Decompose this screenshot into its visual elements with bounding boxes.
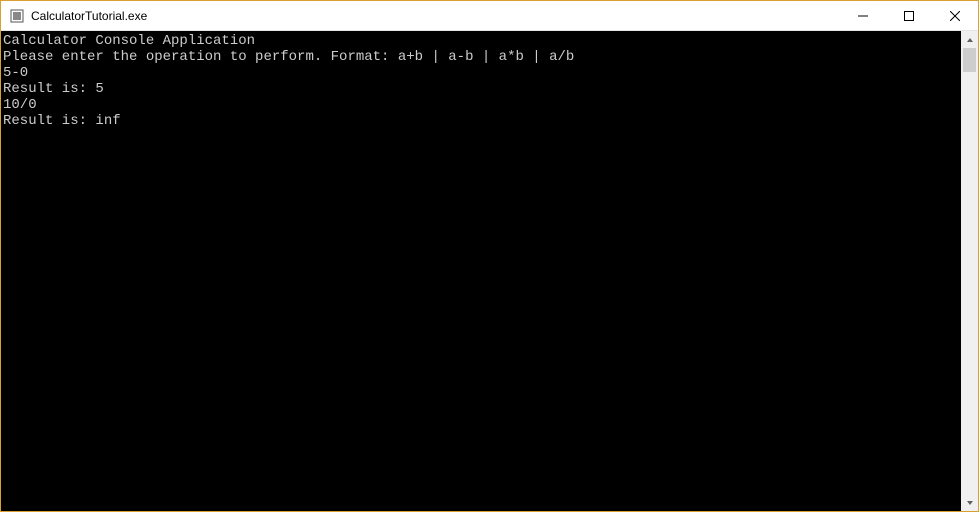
minimize-button[interactable] [840,1,886,30]
scroll-track[interactable] [961,48,978,494]
maximize-button[interactable] [886,1,932,30]
console-line: Calculator Console Application [3,33,961,49]
close-button[interactable] [932,1,978,30]
window-controls [840,1,978,30]
console-line: 5-0 [3,65,961,81]
window-title: CalculatorTutorial.exe [31,9,840,23]
console-output[interactable]: Calculator Console ApplicationPlease ent… [1,31,961,511]
scroll-down-button[interactable] [961,494,978,511]
console-line: Please enter the operation to perform. F… [3,49,961,65]
scroll-up-button[interactable] [961,31,978,48]
client-area: Calculator Console ApplicationPlease ent… [1,31,978,511]
vertical-scrollbar[interactable] [961,31,978,511]
app-icon [9,8,25,24]
console-line: Result is: 5 [3,81,961,97]
console-line: Result is: inf [3,113,961,129]
scroll-thumb[interactable] [963,48,976,72]
console-line: 10/0 [3,97,961,113]
titlebar[interactable]: CalculatorTutorial.exe [1,1,978,31]
